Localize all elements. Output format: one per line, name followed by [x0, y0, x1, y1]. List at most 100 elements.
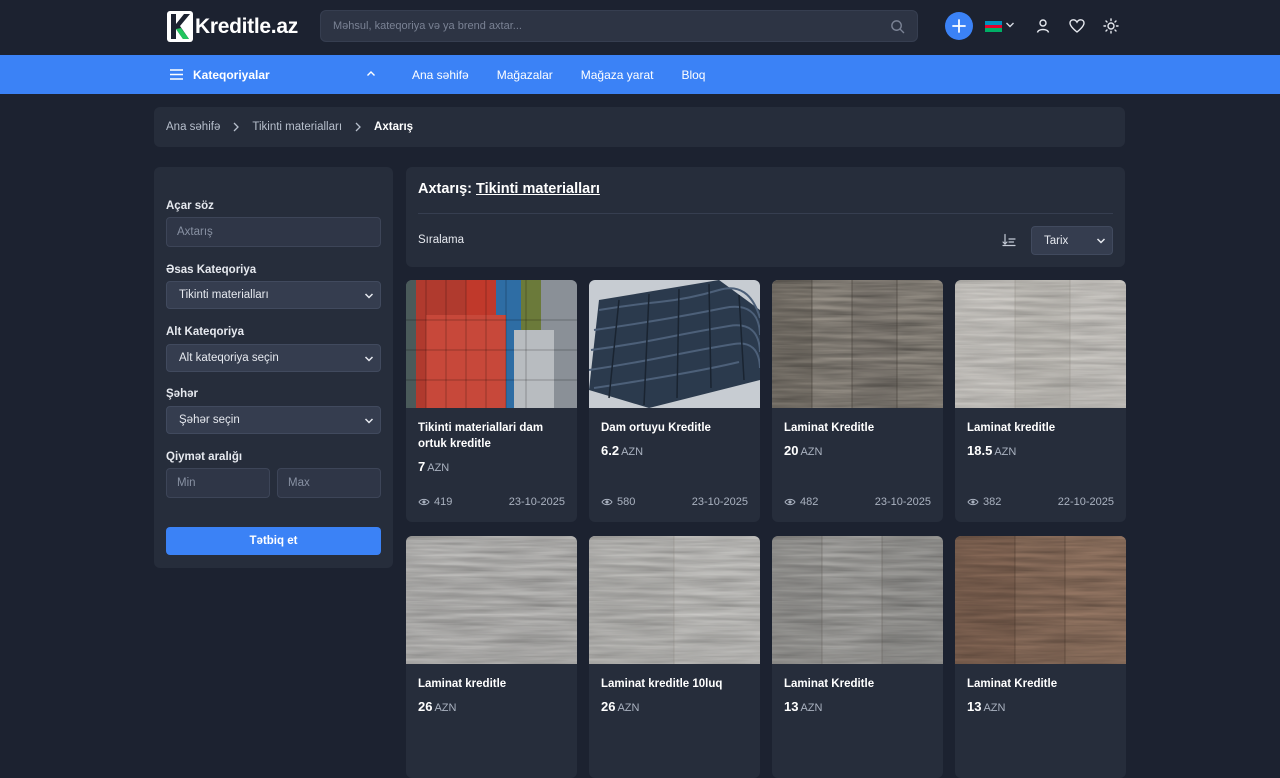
price-value: 13 [967, 699, 982, 714]
product-title[interactable]: Tikinti materiallari dam ortuk kreditle [418, 420, 566, 452]
sub-category-select[interactable]: Alt kateqoriya seçin [166, 344, 381, 372]
chevron-right-icon [233, 122, 240, 132]
sort-label: Sıralama [418, 234, 465, 246]
results-header: Axtarış: Tikinti materialları Sıralama T… [406, 167, 1125, 267]
price-value: 26 [418, 699, 433, 714]
product-image-laminate [406, 536, 577, 664]
price-value: 26 [601, 699, 616, 714]
view-count-value: 580 [617, 496, 636, 508]
logo-text: Kreditle.az [195, 14, 298, 38]
product-image-laminate [955, 280, 1126, 408]
sub-category-value: Alt kateqoriya seçin [179, 352, 279, 364]
categories-toggle[interactable]: Kateqoriyalar [170, 55, 376, 94]
breadcrumb: Ana səhifə Tikinti materialları Axtarış [154, 107, 1125, 147]
product-title[interactable]: Laminat Kreditle [784, 676, 932, 692]
user-icon[interactable] [1035, 18, 1051, 34]
view-count-value: 482 [800, 496, 819, 508]
chevron-up-icon [367, 71, 375, 76]
flag-azerbaijan-icon[interactable] [985, 21, 1002, 33]
city-value: Şəhər seçin [179, 414, 240, 426]
view-count: 482 [784, 496, 818, 508]
view-count: 419 [418, 496, 452, 508]
product-card[interactable]: Dam ortuyu Kreditle 6.2 AZN 580 23-10-202… [589, 280, 760, 522]
product-price: 13 AZN [784, 699, 822, 714]
price-currency: AZN [617, 702, 640, 714]
hamburger-icon [170, 69, 183, 80]
post-date: 23-10-2025 [691, 496, 748, 508]
logo-mark-icon [167, 11, 193, 42]
heart-icon[interactable] [1069, 18, 1085, 34]
site-logo[interactable]: Kreditle.az [167, 11, 298, 42]
price-currency: AZN [427, 462, 450, 474]
product-title[interactable]: Laminat kreditle [418, 676, 566, 692]
post-date: 23-10-2025 [508, 496, 565, 508]
product-title[interactable]: Dam ortuyu Kreditle [601, 420, 749, 436]
product-title[interactable]: Laminat Kreditle [967, 676, 1115, 692]
post-date: 22-10-2025 [1057, 496, 1114, 508]
price-range-label: Qiymət aralığı [166, 451, 243, 463]
sort-icon[interactable] [1002, 233, 1016, 247]
price-value: 18.5 [967, 443, 993, 458]
nav-link-stores[interactable]: Mağazalar [497, 68, 553, 82]
price-currency: AZN [994, 446, 1017, 458]
sun-icon[interactable] [1103, 18, 1119, 34]
price-value: 6.2 [601, 443, 620, 458]
categories-label: Kateqoriyalar [193, 67, 270, 82]
product-price: 6.2 AZN [601, 443, 643, 458]
price-max-input[interactable]: Max [277, 468, 381, 498]
product-image-roof-tile [589, 280, 760, 408]
price-currency: AZN [434, 702, 457, 714]
price-currency: AZN [800, 702, 823, 714]
search-icon[interactable] [890, 19, 905, 34]
view-count: 382 [967, 496, 1001, 508]
product-image-laminate [772, 536, 943, 664]
chevron-down-icon [1096, 238, 1106, 244]
eye-icon [601, 498, 613, 506]
eye-icon [418, 498, 430, 506]
breadcrumb-category[interactable]: Tikinti materialları [252, 121, 342, 133]
main-category-select[interactable]: Tikinti materialları [166, 281, 381, 309]
product-card[interactable]: Laminat kreditle 26 AZN [406, 536, 577, 778]
price-currency: AZN [983, 702, 1006, 714]
city-label: Şəhər [166, 388, 198, 400]
breadcrumb-home[interactable]: Ana səhifə [166, 121, 220, 133]
product-title[interactable]: Laminat kreditle [967, 420, 1115, 436]
nav-link-create-store[interactable]: Mağaza yarat [581, 68, 654, 82]
product-card[interactable]: Tikinti materiallari dam ortuk kreditle … [406, 280, 577, 522]
add-listing-button[interactable] [945, 12, 973, 40]
nav-link-home[interactable]: Ana səhifə [412, 68, 469, 82]
view-count: 580 [601, 496, 635, 508]
chevron-down-icon[interactable] [1005, 20, 1015, 30]
results-title: Axtarış: Tikinti materialları [418, 181, 600, 197]
city-select[interactable]: Şəhər seçin [166, 406, 381, 434]
price-value: 20 [784, 443, 799, 458]
search-bar[interactable] [320, 10, 918, 42]
sort-value: Tarix [1044, 234, 1069, 247]
product-image-laminate [772, 280, 943, 408]
sort-select[interactable]: Tarix [1031, 226, 1113, 255]
view-count-value: 382 [983, 496, 1002, 508]
keyword-input[interactable]: Axtarış [166, 217, 381, 247]
price-value: 13 [784, 699, 799, 714]
price-currency: AZN [800, 446, 823, 458]
product-card[interactable]: Laminat Kreditle 20 AZN 482 23-10-2025 [772, 280, 943, 522]
nav-bar: Kateqoriyalar Ana səhifə Mağazalar Mağaz… [0, 55, 1280, 94]
eye-icon [784, 498, 796, 506]
product-card[interactable]: Laminat Kreditle 13 AZN [955, 536, 1126, 778]
nav-link-blog[interactable]: Bloq [681, 68, 705, 82]
product-card[interactable]: Laminat kreditle 18.5 AZN 382 22-10-2025 [955, 280, 1126, 522]
product-title[interactable]: Laminat kreditle 10luq [601, 676, 749, 692]
product-title[interactable]: Laminat Kreditle [784, 420, 932, 436]
results-title-prefix: Axtarış: [418, 181, 477, 197]
sub-category-label: Alt Kateqoriya [166, 326, 244, 338]
price-min-input[interactable]: Min [166, 468, 270, 498]
eye-icon [967, 498, 979, 506]
results-category-link[interactable]: Tikinti materialları [476, 181, 600, 197]
apply-filters-button[interactable]: Tətbiq et [166, 527, 381, 555]
nav-links: Ana səhifə Mağazalar Mağaza yarat Bloq [412, 55, 705, 94]
product-card[interactable]: Laminat Kreditle 13 AZN [772, 536, 943, 778]
product-price: 26 AZN [601, 699, 639, 714]
product-price: 20 AZN [784, 443, 822, 458]
search-input[interactable] [321, 11, 917, 41]
product-card[interactable]: Laminat kreditle 10luq 26 AZN [589, 536, 760, 778]
